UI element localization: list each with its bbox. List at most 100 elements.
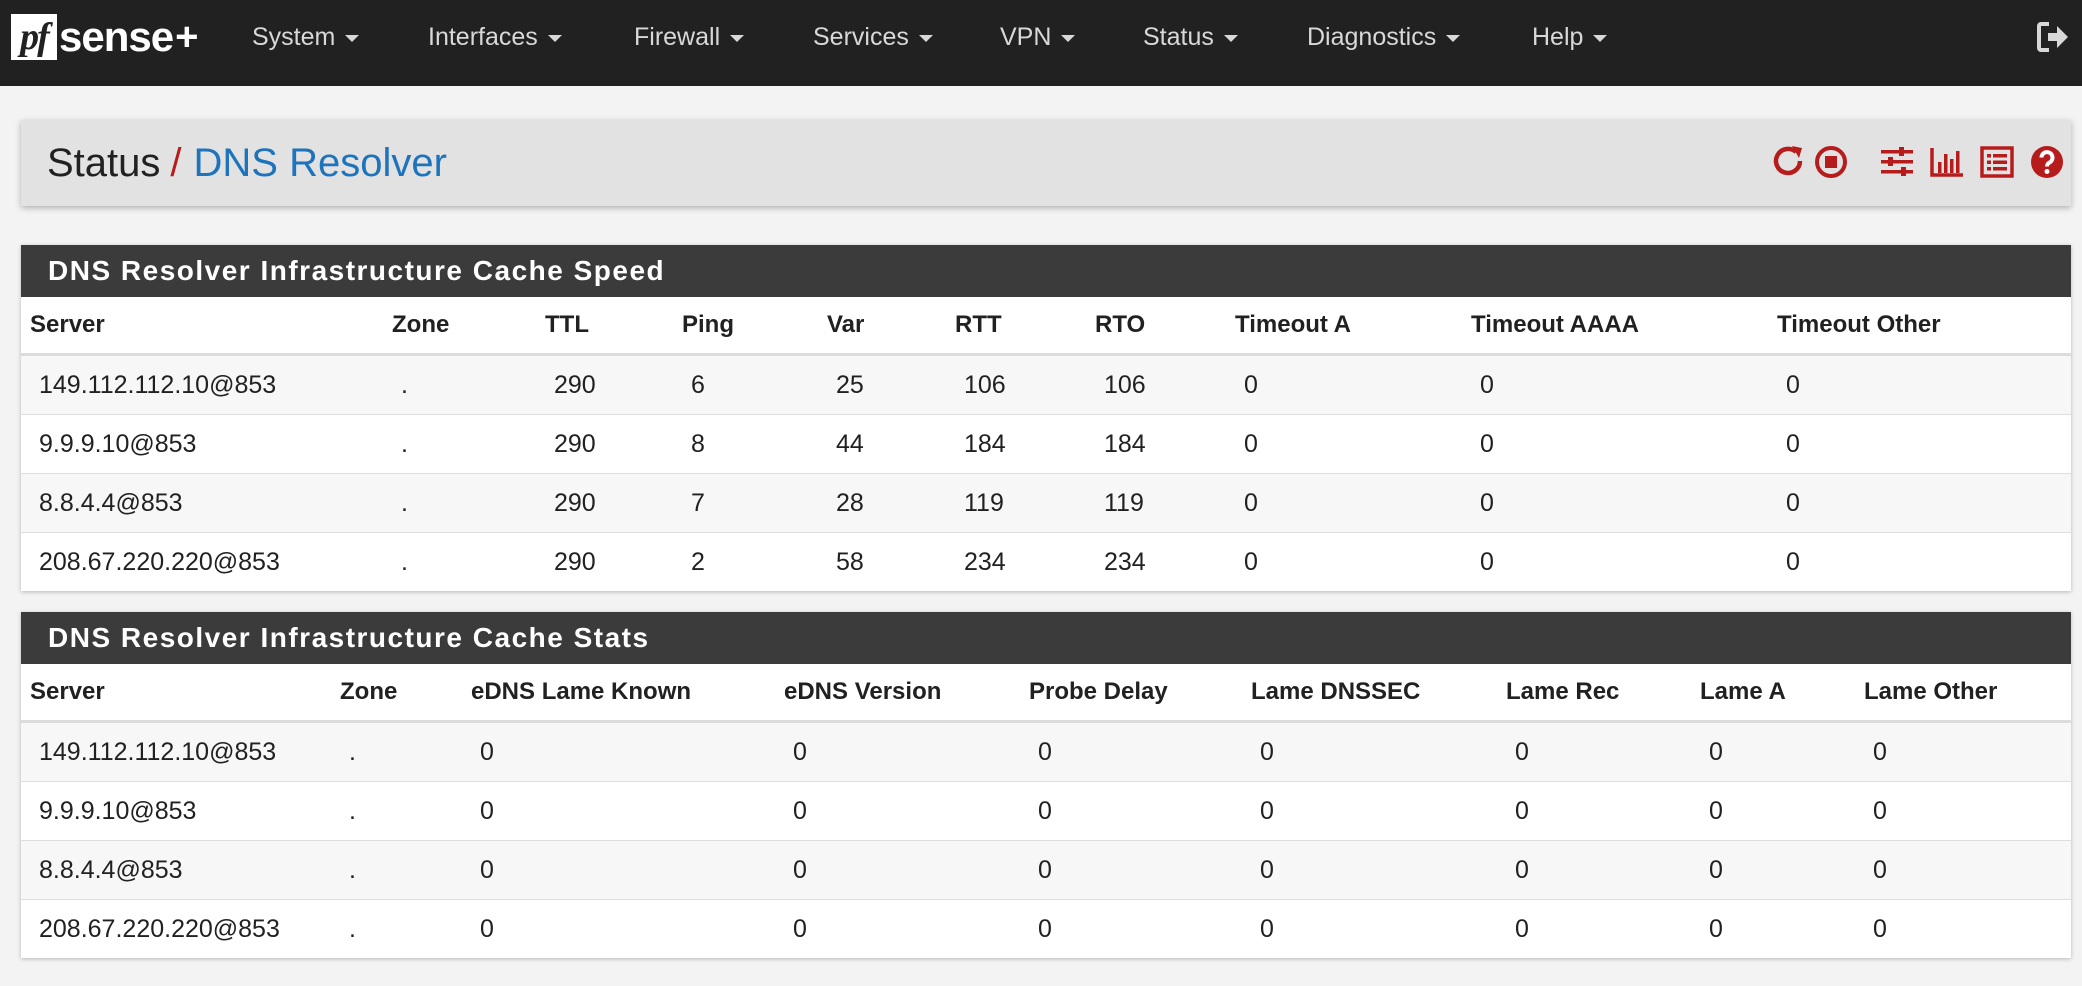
server-cell: 8.8.4.4@853 [21, 473, 383, 533]
bar-chart-icon[interactable] [1929, 144, 1965, 180]
caret-down-icon [730, 34, 745, 42]
nav-label: Diagnostics [1307, 23, 1437, 51]
table-cell: 0 [1462, 354, 1768, 415]
table-cell: 0 [462, 721, 775, 782]
nav-label: VPN [1000, 23, 1052, 51]
logout-icon[interactable] [2036, 20, 2070, 54]
column-header[interactable]: TTL [536, 297, 673, 356]
nav-label: System [252, 23, 336, 51]
table-row: 149.112.112.10@853 . 0 0 0 0 0 0 0 [21, 721, 2071, 782]
panel-title: DNS Resolver Infrastructure Cache Stats [21, 612, 2071, 664]
server-cell: 208.67.220.220@853 [21, 899, 331, 958]
cache-speed-panel: DNS Resolver Infrastructure Cache Speed … [21, 245, 2071, 591]
cache-stats-panel: DNS Resolver Infrastructure Cache Stats … [21, 612, 2071, 958]
column-header[interactable]: Timeout AAAA [1462, 297, 1768, 356]
table-cell: 290 [536, 473, 673, 533]
stop-icon[interactable] [1813, 144, 1849, 180]
table-row: 208.67.220.220@853 . 290 2 58 234 234 0 … [21, 532, 2071, 591]
column-header[interactable]: Ping [673, 297, 818, 356]
column-header[interactable]: Timeout A [1226, 297, 1462, 356]
nav-firewall[interactable]: Firewall [634, 20, 745, 54]
caret-down-icon [345, 34, 360, 42]
column-header[interactable]: Zone [383, 297, 536, 356]
server-cell: 9.9.9.10@853 [21, 781, 331, 841]
table-cell: 0 [1691, 899, 1855, 958]
column-header[interactable]: eDNS Version [775, 664, 1020, 723]
table-cell: 290 [536, 532, 673, 591]
table-cell: 25 [818, 354, 946, 415]
breadcrumb-separator: / [170, 141, 182, 185]
column-header[interactable]: Server [21, 664, 331, 723]
nav-label: Status [1143, 23, 1214, 51]
log-list-icon[interactable] [1979, 144, 2015, 180]
column-header[interactable]: Lame Rec [1497, 664, 1691, 723]
table-cell: 0 [1242, 899, 1497, 958]
table-cell: 0 [775, 721, 1020, 782]
column-header[interactable]: RTT [946, 297, 1086, 356]
table-cell: 234 [1086, 532, 1226, 591]
table-cell: 0 [1242, 840, 1497, 900]
panel-title: DNS Resolver Infrastructure Cache Speed [21, 245, 2071, 297]
nav-vpn[interactable]: VPN [1000, 20, 1076, 54]
table-cell: 0 [775, 840, 1020, 900]
table-cell: 0 [1226, 473, 1462, 533]
column-header[interactable]: Lame A [1691, 664, 1855, 723]
table-cell: 28 [818, 473, 946, 533]
server-cell: 149.112.112.10@853 [21, 721, 331, 782]
table-cell: 0 [1855, 899, 2071, 958]
table-cell: 0 [1691, 840, 1855, 900]
nav-status[interactable]: Status [1143, 20, 1238, 54]
column-header[interactable]: Lame Other [1855, 664, 2071, 723]
table-cell: 184 [1086, 414, 1226, 474]
table-cell: . [331, 899, 462, 958]
column-header[interactable]: Timeout Other [1768, 297, 2071, 356]
table-cell: 290 [536, 414, 673, 474]
restart-icon[interactable] [1771, 144, 1807, 180]
column-header[interactable]: eDNS Lame Known [462, 664, 775, 723]
help-icon[interactable] [2029, 144, 2065, 180]
table-cell: 0 [1768, 354, 2071, 415]
table-cell: 0 [1855, 840, 2071, 900]
table-cell: 44 [818, 414, 946, 474]
nav-label: Interfaces [428, 23, 538, 51]
breadcrumb-panel: Status / DNS Resolver [21, 120, 2071, 206]
server-cell: 149.112.112.10@853 [21, 354, 383, 415]
table-cell: 0 [1020, 899, 1242, 958]
table-cell: 0 [1768, 414, 2071, 474]
top-navbar: pf sense + System Interfaces Firewall Se… [0, 0, 2082, 86]
pfsense-logo[interactable]: pf sense + [11, 13, 199, 60]
table-cell: 0 [775, 781, 1020, 841]
breadcrumb: Status / DNS Resolver [47, 138, 447, 188]
server-cell: 9.9.9.10@853 [21, 414, 383, 474]
table-cell: 2 [673, 532, 818, 591]
table-cell: 7 [673, 473, 818, 533]
nav-services[interactable]: Services [813, 20, 933, 54]
table-row: 9.9.9.10@853 . 290 8 44 184 184 0 0 0 [21, 414, 2071, 474]
nav-help[interactable]: Help [1532, 20, 1608, 54]
nav-system[interactable]: System [252, 20, 360, 54]
column-header[interactable]: RTO [1086, 297, 1226, 356]
breadcrumb-parent[interactable]: Status [47, 141, 160, 185]
settings-sliders-icon[interactable] [1879, 144, 1915, 180]
table-cell: 0 [462, 840, 775, 900]
caret-down-icon [1223, 34, 1238, 42]
breadcrumb-current[interactable]: DNS Resolver [194, 141, 447, 185]
column-header[interactable]: Probe Delay [1020, 664, 1242, 723]
table-cell: . [331, 840, 462, 900]
table-cell: 0 [1226, 532, 1462, 591]
table-row: 208.67.220.220@853 . 0 0 0 0 0 0 0 [21, 899, 2071, 958]
caret-down-icon [547, 34, 562, 42]
table-cell: 0 [1691, 721, 1855, 782]
table-cell: 119 [1086, 473, 1226, 533]
caret-down-icon [1593, 34, 1608, 42]
column-header[interactable]: Var [818, 297, 946, 356]
logo-plus: + [175, 14, 199, 59]
column-header[interactable]: Lame DNSSEC [1242, 664, 1497, 723]
nav-interfaces[interactable]: Interfaces [428, 20, 562, 54]
table-cell: 0 [1242, 781, 1497, 841]
server-cell: 8.8.4.4@853 [21, 840, 331, 900]
nav-diagnostics[interactable]: Diagnostics [1307, 20, 1461, 54]
column-header[interactable]: Server [21, 297, 383, 356]
table-cell: . [383, 473, 536, 533]
column-header[interactable]: Zone [331, 664, 462, 723]
